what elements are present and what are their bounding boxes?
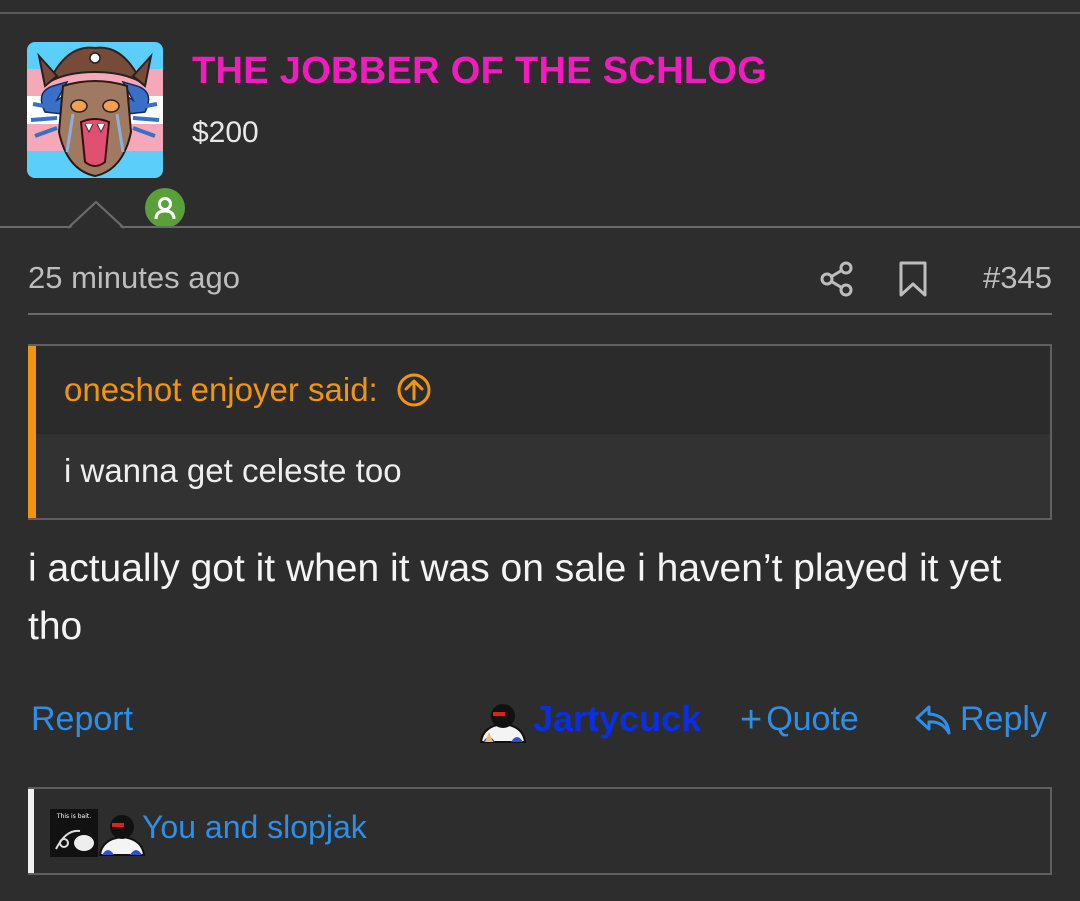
reactions-summary-text[interactable]: You and slopjak xyxy=(142,809,367,846)
reaction-emoji-icon[interactable] xyxy=(479,702,527,744)
pointer-overlay xyxy=(68,201,124,229)
quote-button[interactable]: + Quote xyxy=(740,700,859,739)
report-link[interactable]: Report xyxy=(31,700,133,739)
plus-icon: + xyxy=(740,698,763,741)
online-status xyxy=(141,184,189,232)
post-message: i actually got it when it was on sale i … xyxy=(28,547,1002,648)
bait-reaction-icon: This is bait. xyxy=(50,809,98,857)
reactions-accent-bar xyxy=(28,789,34,873)
reactions-bar[interactable]: This is bait. You and slopjak xyxy=(28,787,1052,875)
reply-button-label: Reply xyxy=(960,700,1047,738)
user-avatar[interactable] xyxy=(27,42,189,232)
quote-header: oneshot enjoyer said: xyxy=(36,346,1050,434)
quote-author[interactable]: oneshot enjoyer said: xyxy=(64,371,378,409)
reply-arrow-icon xyxy=(915,705,951,734)
arrow-up-circle-icon[interactable] xyxy=(396,372,432,408)
meta-divider xyxy=(28,313,1052,315)
top-border xyxy=(0,12,1080,14)
post-number[interactable]: #345 xyxy=(983,260,1052,296)
quote-body: i wanna get celeste too xyxy=(64,452,402,489)
quote-accent-bar xyxy=(28,346,36,518)
post-username[interactable]: THE JOBBER OF THE SCHLOG xyxy=(192,50,767,93)
user-title: $200 xyxy=(192,116,259,149)
share-icon[interactable] xyxy=(818,260,856,298)
quote-block: oneshot enjoyer said: i wanna get celest… xyxy=(28,344,1052,520)
reply-button[interactable]: Reply xyxy=(914,700,1047,739)
post-timestamp[interactable]: 25 minutes ago xyxy=(28,260,240,296)
avatar-image xyxy=(27,42,163,178)
jak-reaction-icon xyxy=(98,815,146,856)
header-divider xyxy=(0,226,1080,228)
bait-caption: This is bait. xyxy=(56,813,91,820)
bookmark-icon[interactable] xyxy=(896,260,930,298)
user-online-icon xyxy=(154,197,176,220)
reaction-label[interactable]: Jartycuck xyxy=(533,698,701,740)
quote-button-label: Quote xyxy=(766,700,859,738)
